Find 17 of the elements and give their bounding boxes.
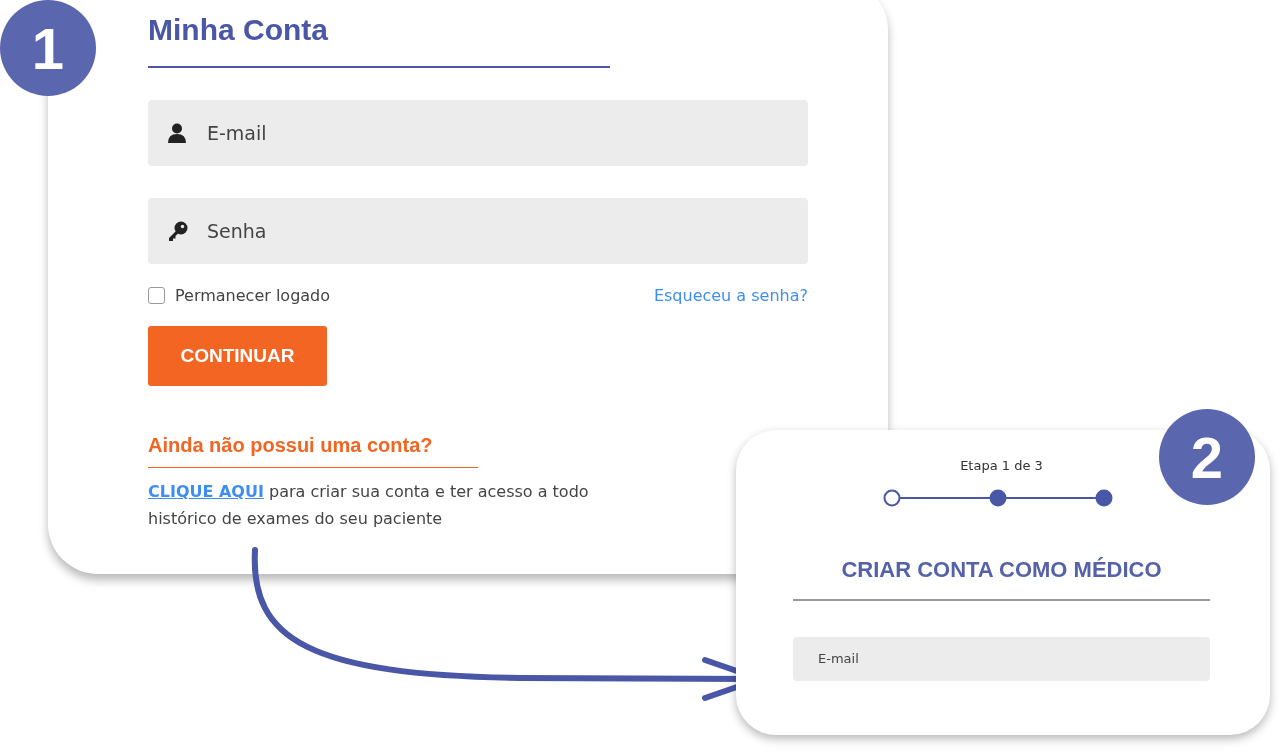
card-title: CRIAR CONTA COMO MÉDICO [841,557,1162,583]
email-field[interactable]: E-mail [793,636,1210,681]
checkbox[interactable] [148,286,165,304]
key-icon [168,220,188,241]
continue-button[interactable]: CONTINUAR [148,325,327,386]
step-badge: 1 [0,0,96,96]
click-here-link[interactable]: CLIQUE AQUI [148,482,264,501]
email-field[interactable]: E-mail [148,99,808,166]
step-label: Etapa 1 de 3 [960,458,1043,473]
signup-text: CLIQUE AQUI para criar sua conta e ter acesso a todo histórico de exames do seu paciente [148,481,590,530]
password-field[interactable]: Senha [148,197,808,264]
remember-label: Permanecer logado [175,285,331,305]
step-badge: 2 [1159,409,1255,505]
signup-heading: Ainda não possui uma conta? [148,433,433,457]
forgot-password-link[interactable]: Esqueceu a senha? [653,285,808,305]
user-icon [168,122,186,143]
card-title: Minha Conta [148,12,328,48]
